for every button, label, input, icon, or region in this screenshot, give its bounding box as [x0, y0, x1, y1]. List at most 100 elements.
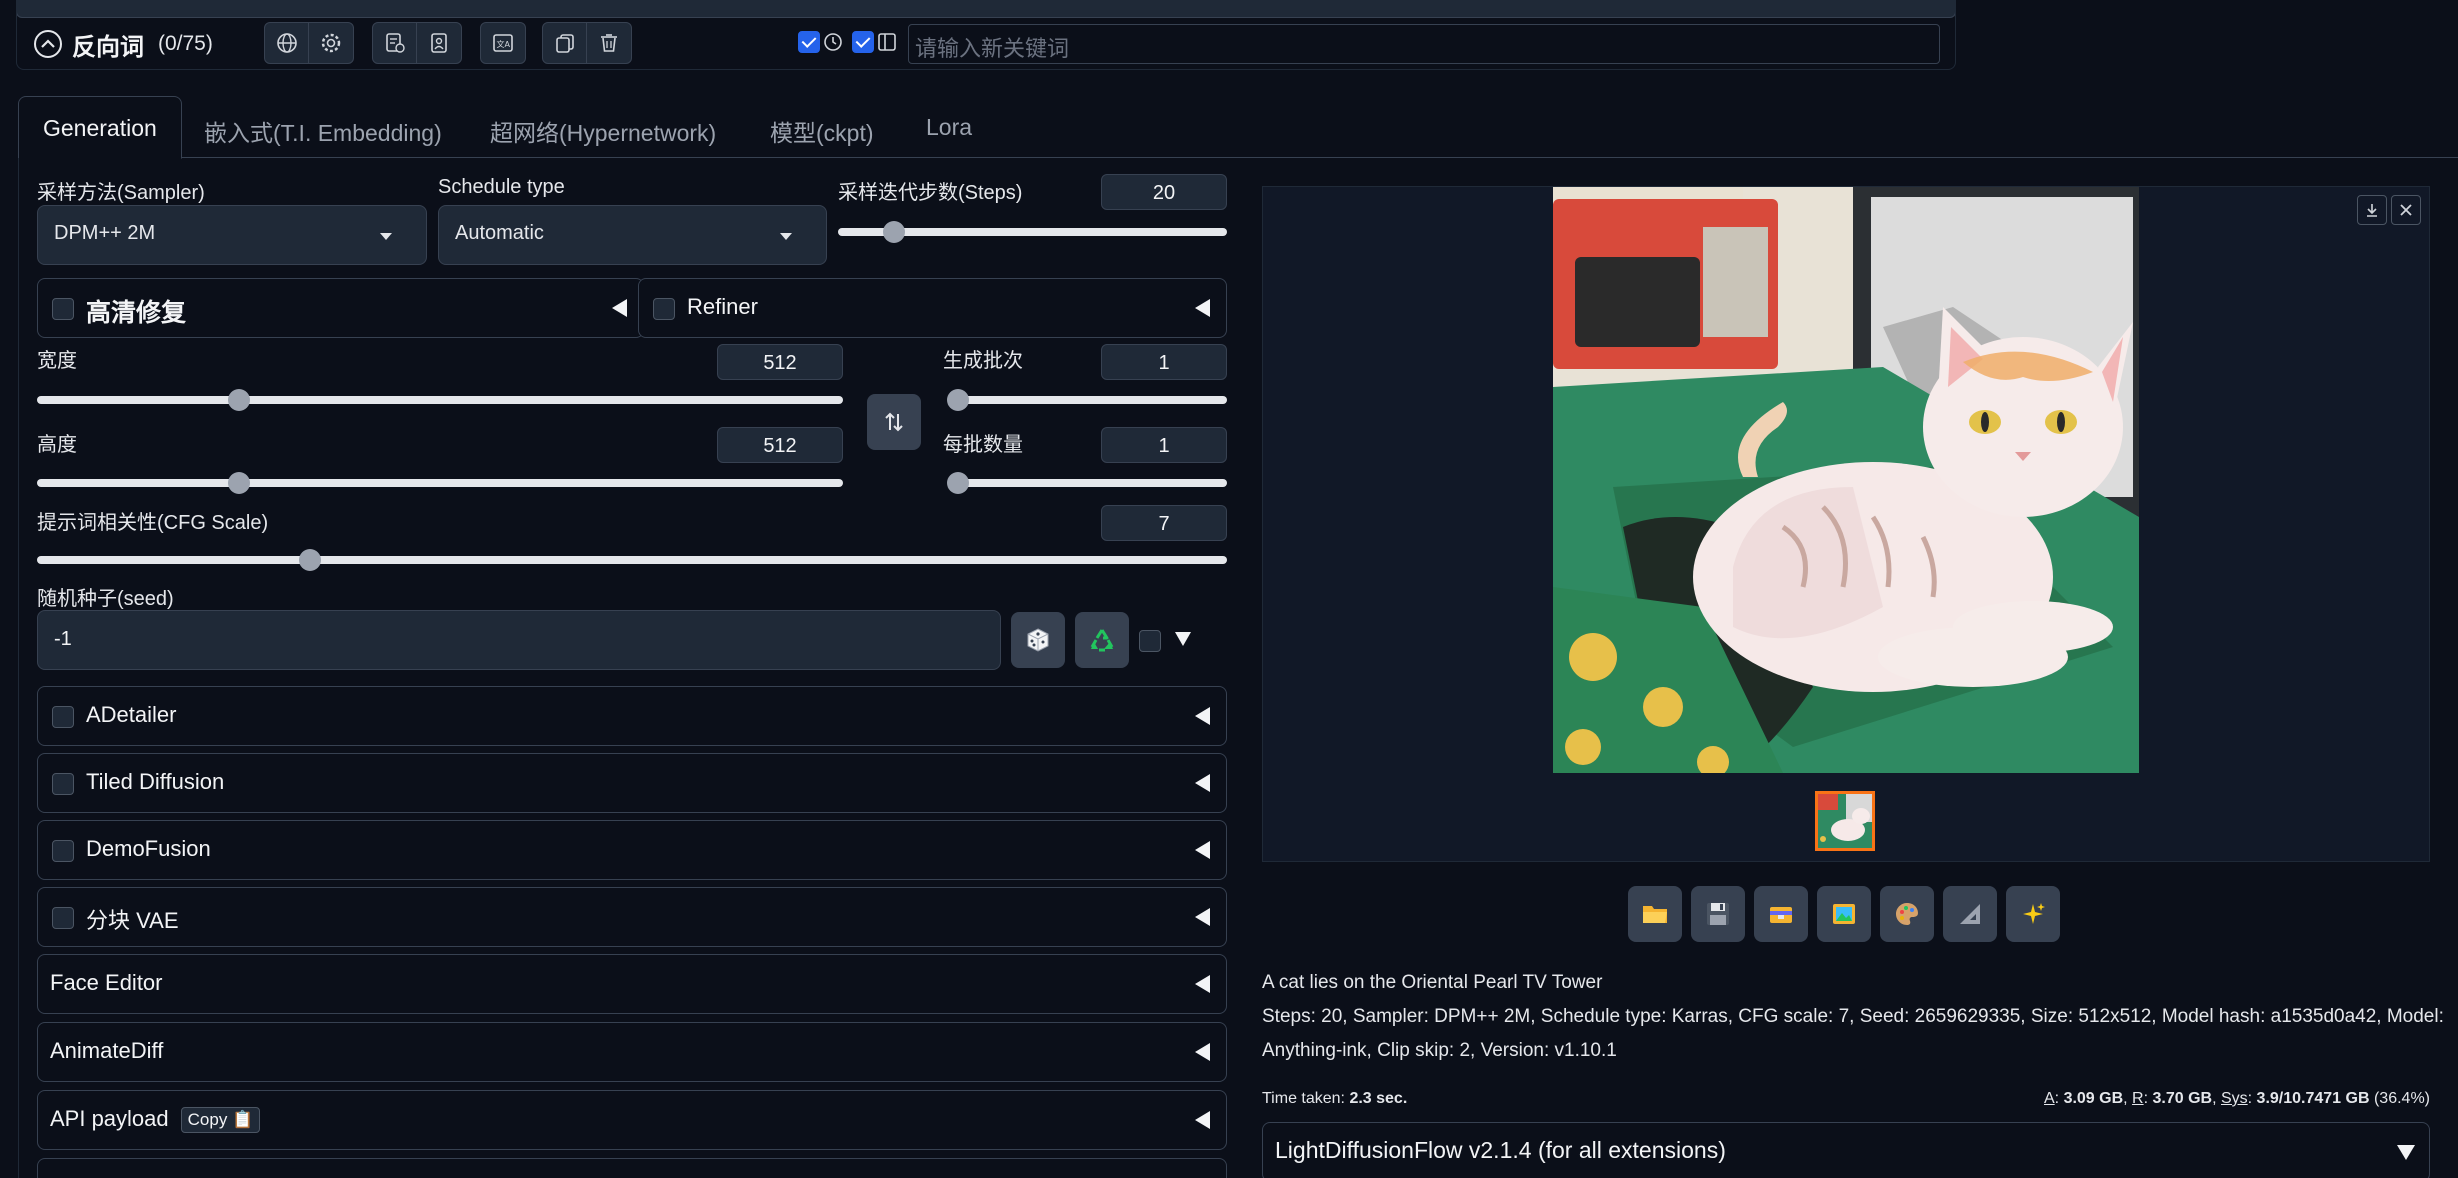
translate-text-button[interactable]: 文A: [481, 23, 525, 63]
lightdiffusionflow-accordion[interactable]: LightDiffusionFlow v2.1.4 (for all exten…: [1262, 1122, 2430, 1178]
face-editor-accordion[interactable]: Face Editor: [37, 954, 1227, 1014]
slider-thumb[interactable]: [947, 472, 970, 494]
send-to-extras-button[interactable]: [1943, 886, 1997, 942]
history-button[interactable]: [373, 23, 417, 63]
dice-icon: [1027, 628, 1049, 652]
demofusion-accordion[interactable]: DemoFusion: [37, 820, 1227, 880]
copy-button[interactable]: [543, 23, 587, 63]
copy-payload-button[interactable]: Copy 📋: [180, 1107, 261, 1134]
tab-embedding[interactable]: 嵌入式(T.I. Embedding): [180, 96, 466, 158]
tiled-vae-accordion[interactable]: 分块 VAE: [37, 887, 1227, 947]
steps-slider[interactable]: [838, 221, 1227, 243]
cfg-scale-input[interactable]: 7: [1101, 505, 1227, 541]
toolbar-group-4: [542, 22, 632, 64]
refiner-checkbox[interactable]: [653, 298, 675, 320]
open-folder-button[interactable]: [1628, 886, 1682, 942]
hires-fix-checkbox[interactable]: [52, 298, 74, 320]
batch-count-input[interactable]: 1: [1101, 344, 1227, 380]
expand-arrow-icon[interactable]: [1195, 707, 1210, 725]
swap-dimensions-button[interactable]: [867, 394, 921, 450]
translate-button[interactable]: [265, 23, 309, 63]
clear-button[interactable]: [587, 23, 631, 63]
adetailer-accordion[interactable]: ADetailer: [37, 686, 1227, 746]
expand-arrow-icon[interactable]: [1195, 975, 1210, 993]
main-tabs: Generation 嵌入式(T.I. Embedding) 超网络(Hyper…: [18, 96, 2458, 159]
collapse-icon[interactable]: [34, 30, 62, 58]
memory-usage: A: 3.09 GB, R: 3.70 GB, Sys: 3.9/10.7471…: [2044, 1090, 2430, 1107]
hires-fix-accordion[interactable]: 高清修复: [37, 278, 644, 338]
width-input[interactable]: 512: [717, 344, 843, 380]
translate-icon: 文A: [493, 34, 513, 52]
steps-input[interactable]: 20: [1101, 174, 1227, 210]
settings-button[interactable]: [309, 23, 353, 63]
toggle-checkbox-1[interactable]: [798, 31, 820, 53]
random-seed-button[interactable]: [1011, 612, 1065, 668]
generation-prompt-text: A cat lies on the Oriental Pearl TV Towe…: [1262, 972, 1603, 993]
accordion-label: DemoFusion: [86, 836, 211, 861]
tab-checkpoint[interactable]: 模型(ckpt): [746, 96, 898, 158]
expand-arrow-icon[interactable]: [612, 299, 627, 317]
mem-a-value: 3.09 GB: [2063, 1090, 2124, 1107]
generated-image[interactable]: [1553, 187, 2139, 773]
chevron-down-icon: [780, 233, 792, 240]
adetailer-checkbox[interactable]: [52, 706, 74, 728]
slider-thumb[interactable]: [227, 389, 250, 411]
width-slider[interactable]: [37, 389, 843, 411]
batch-size-input[interactable]: 1: [1101, 427, 1227, 463]
trash-icon: [601, 34, 617, 52]
save-icon: [1707, 903, 1729, 925]
expand-arrow-icon[interactable]: [1195, 1111, 1210, 1129]
clock-icon: [824, 33, 842, 51]
height-slider[interactable]: [37, 472, 843, 494]
tiled-diffusion-checkbox[interactable]: [52, 773, 74, 795]
tab-lora[interactable]: Lora: [902, 96, 996, 158]
tiled-vae-checkbox[interactable]: [52, 907, 74, 929]
slider-thumb[interactable]: [227, 472, 250, 494]
toggle-checkbox-2[interactable]: [852, 31, 874, 53]
tab-hypernetwork[interactable]: 超网络(Hypernetwork): [466, 96, 740, 158]
accordion-label: ADetailer: [86, 702, 177, 727]
slider-thumb[interactable]: [298, 549, 321, 571]
width-label: 宽度: [37, 350, 77, 372]
batch-count-slider[interactable]: [947, 389, 1227, 411]
extra-seed-checkbox[interactable]: [1139, 630, 1161, 652]
refiner-accordion[interactable]: Refiner: [638, 278, 1227, 338]
batch-size-slider[interactable]: [947, 472, 1227, 494]
chevron-down-icon[interactable]: [2397, 1145, 2415, 1160]
tiled-diffusion-accordion[interactable]: Tiled Diffusion: [37, 753, 1227, 813]
slider-thumb[interactable]: [883, 221, 906, 243]
sampler-dropdown[interactable]: DPM++ 2M: [37, 205, 427, 265]
send-to-img2img-button[interactable]: [1817, 886, 1871, 942]
reuse-seed-button[interactable]: [1075, 612, 1129, 668]
next-accordion[interactable]: [37, 1158, 1227, 1178]
extra-seed-expand-icon[interactable]: [1175, 632, 1191, 646]
height-input[interactable]: 512: [717, 427, 843, 463]
tab-generation[interactable]: Generation: [18, 96, 182, 159]
gallery-thumbnail[interactable]: [1815, 791, 1875, 851]
save-button[interactable]: [1691, 886, 1745, 942]
cfg-scale-slider[interactable]: [37, 549, 1227, 571]
expand-arrow-icon[interactable]: [1195, 1043, 1210, 1061]
bookmark-button[interactable]: [417, 23, 461, 63]
animatediff-accordion[interactable]: AnimateDiff: [37, 1022, 1227, 1082]
send-to-inpaint-button[interactable]: [1880, 886, 1934, 942]
toolbar-group-3: 文A: [480, 22, 526, 64]
new-keyword-input[interactable]: 请输入新关键词: [908, 24, 1940, 64]
download-button[interactable]: [2357, 195, 2387, 225]
zip-button[interactable]: [1754, 886, 1808, 942]
expand-arrow-icon[interactable]: [1195, 908, 1210, 926]
accordion-label: AnimateDiff: [50, 1038, 164, 1063]
expand-arrow-icon[interactable]: [1195, 841, 1210, 859]
schedule-type-value: Automatic: [455, 222, 544, 244]
api-payload-accordion[interactable]: API payload Copy 📋: [37, 1090, 1227, 1150]
expand-arrow-icon[interactable]: [1195, 774, 1210, 792]
close-button[interactable]: [2391, 195, 2421, 225]
slider-thumb[interactable]: [947, 389, 970, 411]
schedule-type-dropdown[interactable]: Automatic: [438, 205, 827, 265]
expand-arrow-icon[interactable]: [1195, 299, 1210, 317]
accordion-label: 分块 VAE: [86, 908, 179, 933]
demofusion-checkbox[interactable]: [52, 840, 74, 862]
seed-input[interactable]: -1: [37, 610, 1001, 670]
sparkle-button[interactable]: [2006, 886, 2060, 942]
lightdiffusionflow-label: LightDiffusionFlow v2.1.4 (for all exten…: [1275, 1137, 1726, 1163]
